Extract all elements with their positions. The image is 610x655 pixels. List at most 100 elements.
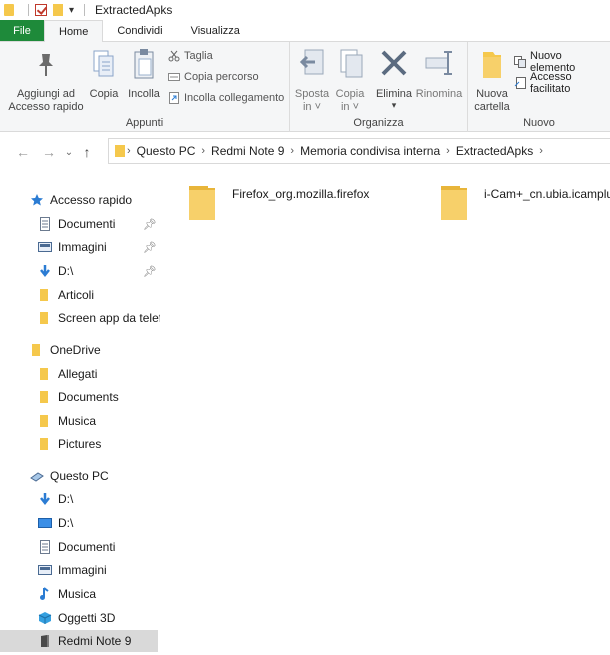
breadcrumb-questo-pc[interactable]: Questo PC — [137, 144, 196, 158]
sidebar-item-immagini[interactable]: Immagini 📌︎ — [0, 236, 160, 258]
sidebar-item-musica-pc[interactable]: Musica — [0, 583, 160, 605]
sidebar-item-onedrive[interactable]: OneDrive — [0, 339, 160, 361]
scissors-icon — [168, 50, 180, 62]
customize-toolbar-icon[interactable]: ▾ — [69, 5, 74, 16]
image-icon — [38, 563, 52, 577]
chevron-right-icon[interactable]: › — [290, 145, 294, 157]
sidebar-item-label: Articoli — [58, 288, 95, 302]
accesso-facilitato-button[interactable]: Accesso facilitato — [514, 71, 610, 95]
tab-file[interactable]: File — [0, 20, 44, 41]
accesso-facilitato-label: Accesso facilitato — [530, 71, 572, 95]
new-folder-icon — [477, 46, 507, 82]
breadcrumb-memoria-condivisa[interactable]: Memoria condivisa interna — [300, 144, 440, 158]
copia-percorso-button[interactable]: Copia percorso — [168, 71, 259, 83]
chevron-right-icon[interactable]: › — [201, 145, 205, 157]
up-arrow-icon[interactable]: ↑ — [76, 144, 98, 160]
pin-icon[interactable]: 📌︎ — [143, 218, 157, 231]
folder-icon — [38, 437, 52, 451]
sidebar-item-label: D:\ — [58, 516, 74, 530]
new-item-icon — [514, 56, 526, 68]
document-icon — [38, 540, 52, 554]
chevron-right-icon[interactable]: › — [539, 145, 543, 157]
chevron-right-icon[interactable]: › — [127, 145, 131, 157]
easy-access-icon — [514, 77, 526, 89]
sidebar-item-screen-app[interactable]: Screen app da telef — [0, 307, 160, 329]
desktop-icon — [38, 516, 52, 530]
sidebar-item-label: Screen app da telef — [58, 311, 160, 325]
new-folder-quick-icon[interactable] — [53, 4, 63, 16]
sidebar-item-d-desktop[interactable]: D:\ — [0, 512, 160, 534]
breadcrumb-redmi-note-9[interactable]: Redmi Note 9 — [211, 144, 284, 158]
incolla-button[interactable]: Incolla — [126, 46, 162, 101]
sidebar-item-label: OneDrive — [50, 343, 101, 357]
copia-button[interactable]: Copia — [88, 46, 120, 101]
sidebar-item-label: Musica — [58, 414, 97, 428]
sidebar-item-d-downloads[interactable]: D:\ — [0, 488, 160, 510]
elimina-button[interactable]: Elimina ▾ — [376, 46, 412, 110]
aggiungi-accesso-rapido-button[interactable]: Aggiungi ad Accesso rapido — [8, 46, 84, 114]
sidebar-item-documenti[interactable]: Documenti 📌︎ — [0, 213, 160, 235]
item-name: i-Cam+_cn.ubia.icamplus — [484, 187, 610, 201]
cube-icon — [38, 611, 52, 625]
sidebar-item-immagini-pc[interactable]: Immagini — [0, 559, 160, 581]
aggiungi-label: Aggiungi ad Accesso rapido — [8, 88, 84, 113]
sidebar-item-articoli[interactable]: Articoli — [0, 284, 160, 306]
sidebar-item-musica[interactable]: Musica — [0, 410, 160, 432]
sidebar-item-redmi-note-9[interactable]: Redmi Note 9 — [0, 630, 158, 652]
divider — [84, 4, 86, 16]
tab-visualizza[interactable]: Visualizza — [177, 20, 254, 41]
sidebar-item-documenti-pc[interactable]: Documenti — [0, 536, 160, 558]
group-organizza: Sposta in ˅ Copia in ˅ Elimina ▾ Rinomin… — [290, 42, 468, 132]
download-icon — [38, 492, 52, 506]
rinomina-label: Rinomina — [415, 88, 463, 100]
pin-icon[interactable]: 📌︎ — [143, 241, 157, 254]
sidebar-item-oggetti-3d[interactable]: Oggetti 3D — [0, 607, 160, 629]
copia-label: Copia — [89, 88, 119, 100]
sidebar-item-allegati[interactable]: Allegati — [0, 363, 160, 385]
sposta-label: Sposta in ˅ — [294, 88, 330, 113]
group-nuovo: Nuova cartella Nuovo elemento Accesso fa… — [468, 42, 610, 132]
address-bar[interactable]: › Questo PC › Redmi Note 9 › Memoria con… — [108, 138, 610, 164]
folder-icon — [38, 288, 52, 302]
sposta-in-button[interactable]: Sposta in ˅ — [294, 46, 330, 114]
pin-icon — [31, 46, 61, 82]
sidebar-item-label: Accesso rapido — [50, 193, 133, 207]
copia-percorso-label: Copia percorso — [184, 71, 259, 83]
window-title: ExtractedApks — [95, 3, 173, 17]
copia-in-button[interactable]: Copia in ˅ — [332, 46, 368, 114]
folder-icon — [38, 414, 52, 428]
properties-icon[interactable] — [35, 4, 47, 16]
nuova-cartella-button[interactable]: Nuova cartella — [472, 46, 512, 114]
group-label-nuovo: Nuovo — [523, 117, 555, 129]
recent-locations-icon[interactable]: ⌄ — [62, 147, 76, 158]
sidebar-item-documents[interactable]: Documents — [0, 386, 160, 408]
navigation-pane: Accesso rapido Documenti 📌︎ Immagini 📌︎ … — [0, 186, 160, 655]
sidebar-item-label: Immagini — [58, 240, 107, 254]
folder-icon — [4, 4, 14, 16]
back-arrow-icon[interactable]: ← — [12, 144, 34, 160]
group-label-appunti: Appunti — [125, 117, 164, 129]
sidebar-item-d-drive[interactable]: D:\ 📌︎ — [0, 260, 160, 282]
rinomina-button[interactable]: Rinomina — [416, 46, 462, 101]
sidebar-item-label: D:\ — [58, 264, 74, 278]
music-icon — [38, 587, 52, 601]
sidebar-item-label: Musica — [58, 587, 97, 601]
incolla-collegamento-button[interactable]: Incolla collegamento — [168, 92, 284, 104]
tab-condividi[interactable]: Condividi — [103, 20, 176, 41]
list-item[interactable]: Firefox_org.mozilla.firefox — [188, 184, 369, 222]
pin-icon[interactable]: 📌︎ — [143, 265, 157, 278]
sidebar-item-accesso-rapido[interactable]: Accesso rapido — [0, 189, 160, 211]
breadcrumb-extractedapks[interactable]: ExtractedApks — [456, 144, 533, 158]
chevron-right-icon[interactable]: › — [446, 145, 450, 157]
sidebar-item-pictures[interactable]: Pictures — [0, 433, 160, 455]
taglia-button[interactable]: Taglia — [168, 50, 213, 62]
forward-arrow-icon[interactable]: → — [38, 144, 60, 160]
move-to-icon — [297, 46, 327, 82]
navigation-bar: ← → ⌄ ↑ › Questo PC › Redmi Note 9 › Mem… — [0, 136, 610, 168]
paste-shortcut-icon — [168, 92, 180, 104]
download-icon — [38, 264, 52, 278]
sidebar-item-questo-pc[interactable]: Questo PC — [0, 465, 160, 487]
item-name: Firefox_org.mozilla.firefox — [232, 187, 370, 201]
list-item[interactable]: i-Cam+_cn.ubia.icamplus — [440, 184, 610, 222]
tab-home[interactable]: Home — [44, 20, 104, 42]
